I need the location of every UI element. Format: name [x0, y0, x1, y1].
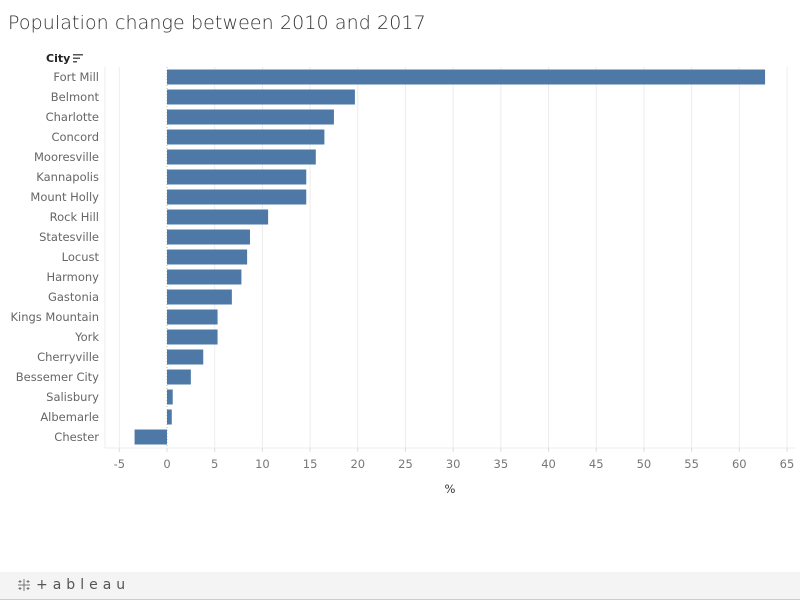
category-label: Cherryville [37, 350, 99, 364]
bar[interactable] [167, 189, 307, 205]
bar[interactable] [167, 209, 269, 225]
tick-label: 10 [255, 457, 270, 471]
category-label: Bessemer City [16, 370, 99, 384]
category-label: Albemarle [40, 410, 99, 424]
tick-label: 65 [780, 457, 795, 471]
bar[interactable] [167, 369, 191, 385]
tableau-logo-icon [18, 579, 30, 591]
category-label: Rock Hill [50, 210, 99, 224]
category-label: Mooresville [34, 150, 99, 164]
tableau-footer: +ableau [0, 572, 800, 600]
tick-label: 45 [589, 457, 604, 471]
tick-label: 55 [684, 457, 699, 471]
tick-label: 0 [163, 457, 170, 471]
category-label: Concord [51, 130, 99, 144]
category-label: Locust [62, 250, 100, 264]
bar[interactable] [134, 429, 167, 445]
category-label: Charlotte [46, 110, 99, 124]
bar[interactable] [167, 269, 242, 285]
category-label: Gastonia [48, 290, 99, 304]
category-label: Mount Holly [30, 190, 99, 204]
category-label: Fort Mill [53, 70, 99, 84]
bar[interactable] [167, 409, 172, 425]
tableau-wordmark: +ableau [36, 577, 131, 593]
bar[interactable] [167, 109, 334, 125]
category-label: York [74, 330, 99, 344]
bar[interactable] [167, 329, 218, 345]
bar[interactable] [167, 289, 232, 305]
bar[interactable] [167, 249, 248, 265]
tick-label: 20 [350, 457, 365, 471]
tick-label: -5 [114, 457, 125, 471]
category-label: Chester [54, 430, 99, 444]
bar[interactable] [167, 229, 250, 245]
category-label: Belmont [51, 90, 100, 104]
bar[interactable] [167, 309, 218, 325]
bar[interactable] [167, 89, 355, 105]
tick-label: 60 [732, 457, 747, 471]
tick-label: 30 [446, 457, 461, 471]
category-label: Kannapolis [36, 170, 99, 184]
category-label: Harmony [46, 270, 99, 284]
bar[interactable] [167, 349, 204, 365]
bar[interactable] [167, 389, 173, 405]
tick-label: 35 [494, 457, 509, 471]
tableau-logo[interactable]: +ableau [16, 577, 130, 593]
bar[interactable] [167, 69, 766, 85]
tick-label: 50 [637, 457, 652, 471]
tick-label: 40 [541, 457, 556, 471]
bar[interactable] [167, 149, 316, 165]
tick-label: 5 [211, 457, 218, 471]
category-label: Salisbury [46, 390, 99, 404]
tick-label: 25 [398, 457, 413, 471]
category-label: Kings Mountain [10, 310, 99, 324]
category-label: Statesville [39, 230, 99, 244]
bar[interactable] [167, 169, 307, 185]
bar[interactable] [167, 129, 325, 145]
tick-label: 15 [303, 457, 318, 471]
bar-chart: Fort Mill Belmont Charlotte Concord Mooresvi… [10, 67, 795, 496]
x-axis-title: % [445, 482, 456, 496]
